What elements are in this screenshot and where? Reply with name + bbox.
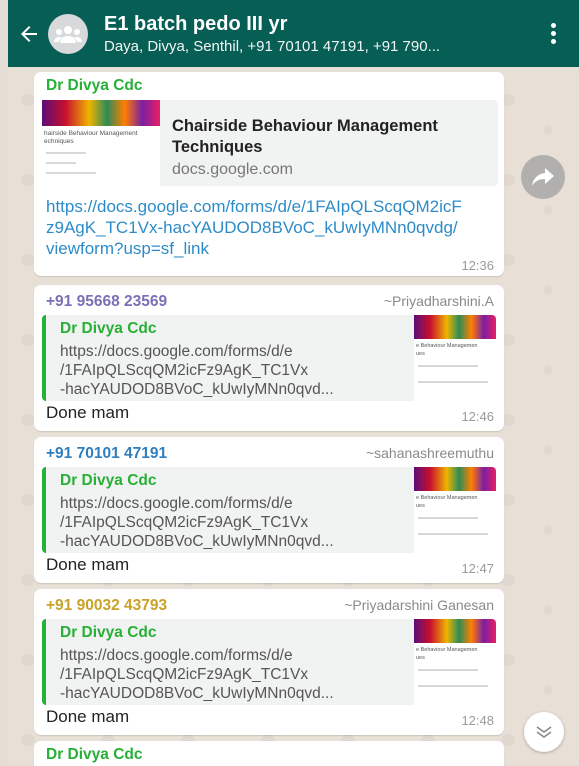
quoted-line: https://docs.google.com/forms/d/e — [60, 647, 293, 664]
quoted-line: -hacYAUDOD8BVoC_kUwIyMNn0qvd... — [60, 685, 334, 702]
link-preview-thumbnail: hairside Behaviour Management echniques — [42, 100, 160, 186]
message-text: Done mam — [46, 403, 130, 422]
quoted-text: https://docs.google.com/forms/d/e /1FAIp… — [60, 494, 402, 551]
thumbnail-line — [418, 685, 488, 687]
thumbnail-banner — [414, 315, 496, 339]
chevrons-down-icon — [536, 726, 552, 738]
group-members: Daya, Divya, Senthil, +91 70101 47191, +… — [104, 37, 441, 55]
link-preview-title: Chairside Behaviour Management Technique… — [172, 117, 438, 156]
thumbnail-caption: e Behaviour Managemen ues — [416, 647, 478, 661]
quoted-line: /1FAIpQLScqQM2icFz9AgK_TC1Vx — [60, 362, 309, 379]
sender-alias: ~Priyadarshini Ganesan — [344, 597, 494, 613]
message-text: Done mam — [46, 707, 130, 726]
menu-dot — [550, 39, 556, 44]
sender-row: +91 90032 43793 ~Priyadarshini Ganesan — [34, 589, 504, 615]
quoted-line: /1FAIpQLScqQM2icFz9AgK_TC1Vx — [60, 666, 309, 683]
quoted-line: /1FAIpQLScqQM2icFz9AgK_TC1Vx — [60, 514, 309, 531]
quoted-sender: Dr Divya Cdc — [60, 320, 157, 337]
message-bubble[interactable]: +91 90032 43793 ~Priyadarshini Ganesan D… — [34, 589, 504, 735]
quoted-line: -hacYAUDOD8BVoC_kUwIyMNn0qvd... — [60, 533, 334, 550]
thumbnail-caption: e Behaviour Managemen ues — [416, 343, 478, 357]
chat-header: E1 batch pedo III yr Daya, Divya, Senthi… — [8, 0, 579, 67]
link-preview-domain: docs.google.com — [172, 161, 293, 178]
quoted-line: https://docs.google.com/forms/d/e — [60, 343, 293, 360]
sender-alias: ~Priyadharshini.A — [383, 293, 494, 309]
message-text: Done mam — [46, 555, 130, 574]
quoted-thumbnail: e Behaviour Managemen ues — [414, 315, 496, 401]
link-preview[interactable]: hairside Behaviour Management echniques … — [42, 100, 498, 186]
thumbnail-line — [46, 152, 86, 154]
sender-phone[interactable]: +91 70101 47191 — [46, 445, 167, 463]
quoted-thumbnail: e Behaviour Managemen ues — [414, 619, 496, 705]
quoted-message[interactable]: Dr Divya Cdc https://docs.google.com/for… — [42, 467, 496, 553]
sender-name[interactable]: Dr Divya Cdc — [46, 746, 142, 764]
thumbnail-line — [418, 381, 488, 383]
arrow-left-icon — [21, 25, 37, 42]
menu-button[interactable] — [535, 0, 571, 67]
message-time: 12:48 — [461, 713, 494, 728]
message-bubble[interactable]: Dr Divya Cdc — [34, 741, 504, 766]
thumbnail-banner — [42, 100, 160, 126]
group-avatar-icon — [54, 25, 82, 43]
thumbnail-banner — [414, 467, 496, 491]
thumbnail-line — [418, 517, 478, 519]
message-time: 12:36 — [461, 258, 494, 273]
quoted-line: -hacYAUDOD8BVoC_kUwIyMNn0qvd... — [60, 381, 334, 398]
back-button[interactable] — [12, 0, 46, 67]
forward-button[interactable] — [521, 155, 565, 199]
message-link[interactable]: https://docs.google.com/forms/d/e/1FAIpQ… — [46, 196, 466, 259]
message-bubble[interactable]: Dr Divya Cdc hairside Behaviour Manageme… — [34, 72, 504, 276]
thumbnail-line — [46, 172, 96, 174]
quoted-thumbnail: e Behaviour Managemen ues — [414, 467, 496, 553]
thumbnail-line — [418, 365, 478, 367]
thumbnail-caption: e Behaviour Managemen ues — [416, 495, 478, 509]
quoted-text: https://docs.google.com/forms/d/e /1FAIp… — [60, 646, 402, 703]
message-bubble[interactable]: +91 70101 47191 ~sahanashreemuthu Dr Div… — [34, 437, 504, 583]
sender-phone[interactable]: +91 95668 23569 — [46, 293, 167, 311]
thumbnail-banner — [414, 619, 496, 643]
quoted-sender: Dr Divya Cdc — [60, 472, 157, 489]
thumbnail-line — [46, 162, 76, 164]
forward-icon — [532, 168, 554, 186]
sender-row: +91 70101 47191 ~sahanashreemuthu — [34, 437, 504, 463]
sender-name[interactable]: Dr Divya Cdc — [46, 77, 142, 95]
more-vertical-icon — [550, 23, 556, 28]
quoted-message[interactable]: Dr Divya Cdc https://docs.google.com/for… — [42, 315, 496, 401]
sender-alias: ~sahanashreemuthu — [365, 445, 494, 461]
chat-info[interactable]: E1 batch pedo III yr Daya, Divya, Senthi… — [104, 11, 535, 57]
thumbnail-caption: hairside Behaviour Management echniques — [44, 130, 138, 145]
link-preview-text: Chairside Behaviour Management Technique… — [160, 100, 492, 186]
message-bubble[interactable]: +91 95668 23569 ~Priyadharshini.A Dr Div… — [34, 285, 504, 431]
quoted-message[interactable]: Dr Divya Cdc https://docs.google.com/for… — [42, 619, 496, 705]
quoted-sender: Dr Divya Cdc — [60, 624, 157, 641]
thumbnail-line — [418, 533, 488, 535]
message-time: 12:46 — [461, 409, 494, 424]
group-avatar[interactable] — [48, 13, 88, 54]
scroll-down-button[interactable] — [524, 712, 564, 752]
message-time: 12:47 — [461, 561, 494, 576]
menu-dot — [550, 31, 556, 36]
thumbnail-line — [418, 669, 478, 671]
chat-screen: E1 batch pedo III yr Daya, Divya, Senthi… — [8, 0, 579, 766]
quoted-line: https://docs.google.com/forms/d/e — [60, 495, 293, 512]
sender-row: +91 95668 23569 ~Priyadharshini.A — [34, 285, 504, 311]
group-name: E1 batch pedo III yr — [104, 12, 288, 35]
quoted-text: https://docs.google.com/forms/d/e /1FAIp… — [60, 342, 402, 399]
sender-phone[interactable]: +91 90032 43793 — [46, 597, 167, 615]
